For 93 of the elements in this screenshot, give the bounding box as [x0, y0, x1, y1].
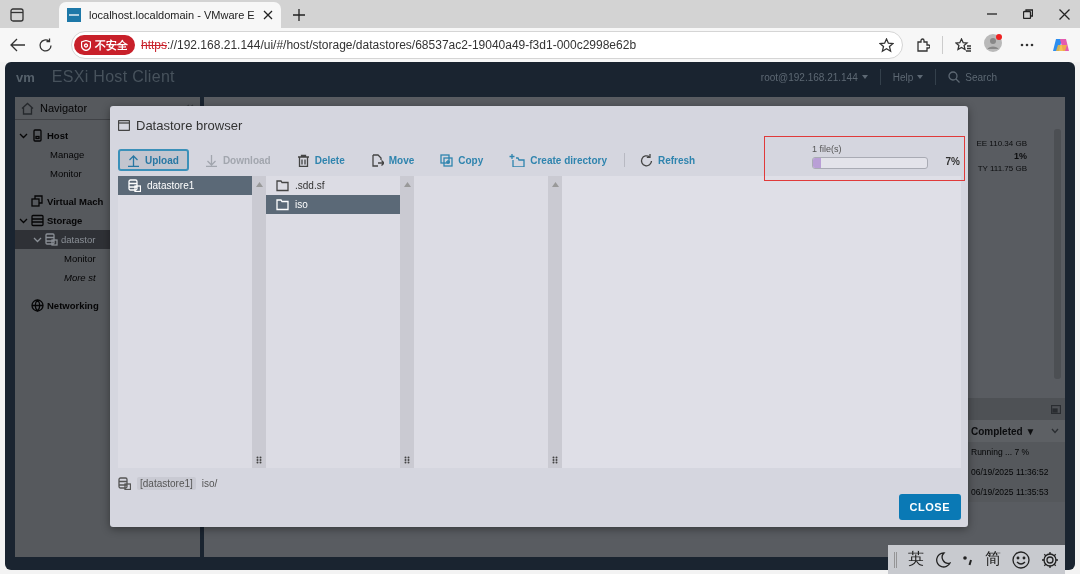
stat-text: 1%: [1013, 151, 1027, 161]
stat-text: EE 110.34 GB: [975, 139, 1027, 148]
close-icon: [1059, 8, 1070, 20]
security-badge[interactable]: 不安全: [74, 35, 135, 55]
scrollbar[interactable]: [548, 176, 562, 468]
restore-icon: [1023, 9, 1033, 19]
copy-icon: [440, 153, 454, 167]
notification-dot: [996, 34, 1002, 40]
stat-text: TY 111.75 GB: [976, 164, 1027, 173]
new-tab-icon: [292, 9, 305, 21]
favorites-icon: [955, 37, 972, 53]
file-item[interactable]: iso: [266, 195, 400, 214]
up-arrow-icon: [551, 182, 559, 187]
help-menu[interactable]: Help: [892, 71, 914, 83]
nav-item[interactable]: Monitor: [15, 164, 110, 183]
nav-item[interactable]: Monitor: [15, 249, 110, 268]
task-cell: 06/19/2025 11:36:52: [971, 467, 1049, 477]
nav-item[interactable]: Host: [15, 126, 110, 145]
upload-icon: [127, 153, 140, 167]
settings-icon: [1041, 550, 1059, 569]
progress-label: 1 file(s): [812, 144, 842, 154]
star-icon: [879, 37, 894, 53]
scrollbar[interactable]: [400, 176, 414, 468]
search-icon: [948, 71, 961, 83]
download-icon: [204, 153, 218, 167]
reload-icon: [38, 37, 53, 53]
sidebar-icon: [10, 8, 24, 22]
logo: vm: [15, 69, 36, 85]
network-icon: [31, 299, 44, 312]
resize-grip-icon: [256, 456, 262, 464]
delete-icon: [296, 153, 310, 167]
nav-item[interactable]: Virtual Mach: [15, 192, 110, 211]
copy-button[interactable]: Copy: [431, 149, 494, 171]
path-folder: iso/: [201, 477, 218, 489]
mkdir-icon: [509, 153, 526, 167]
resize-grip-icon: [552, 456, 558, 464]
extensions-icon: [915, 37, 930, 53]
user-menu[interactable]: root@192.168.21.144: [760, 71, 858, 83]
up-arrow-icon: [403, 182, 411, 187]
caret-icon: [861, 75, 868, 79]
task-cell: 06/19/2025 11:35:53: [971, 487, 1049, 497]
up-arrow-icon: [255, 182, 263, 187]
folder-icon: [276, 198, 289, 211]
path-datastore: [datastore1]: [137, 476, 196, 490]
moon-icon: [935, 551, 951, 568]
home-icon: [21, 101, 34, 115]
caret-icon: [917, 75, 924, 79]
back-icon: [10, 38, 26, 52]
folder-icon: [276, 179, 289, 192]
scrollbar[interactable]: [252, 176, 266, 468]
close-icon: [262, 10, 273, 20]
shield-icon: [81, 39, 91, 51]
nav-item[interactable]: Networking: [15, 296, 110, 315]
grip-icon: [894, 551, 897, 568]
close-button[interactable]: CLOSE: [898, 494, 961, 520]
upload-button[interactable]: Upload: [118, 149, 189, 171]
nav-item[interactable]: Manage: [15, 145, 110, 164]
delete-button[interactable]: Delete: [287, 149, 355, 171]
storage-icon: [31, 214, 44, 227]
file-item[interactable]: .sdd.sf: [266, 176, 400, 195]
url-text[interactable]: https://192.168.21.144/ui/#/host/storage/datastores/68537ac2-19040a49-f3d1-000c2998e62b: [141, 38, 637, 52]
search-field[interactable]: Search: [948, 71, 997, 83]
nav-item[interactable]: More st: [15, 268, 110, 287]
dialog-title: Datastore browser: [136, 117, 243, 133]
resize-grip-icon: [404, 456, 410, 464]
tab-title: localhost.localdomain - VMware E: [89, 9, 255, 21]
move-button[interactable]: Move: [361, 149, 425, 171]
input-mode[interactable]: 英: [908, 549, 924, 570]
avatar-icon: [984, 34, 1002, 52]
host-icon: [31, 129, 44, 142]
panel-title: Navigator: [40, 102, 89, 114]
progress-percent: 7%: [945, 156, 960, 167]
task-cell: Running ... 7 %: [971, 447, 1030, 457]
address-bar[interactable]: 不安全 https://192.168.21.144/ui/#/host/storage/datastores/68537ac2-19040a49-f3d1-000c2998e62b: [71, 31, 903, 59]
file-item[interactable]: datastore1: [118, 176, 252, 195]
script-mode[interactable]: 简: [985, 549, 1001, 570]
datastore-icon: [118, 476, 131, 490]
copilot-icon: [1052, 36, 1070, 54]
mkdir-button[interactable]: Create directory: [500, 149, 617, 171]
refresh-icon: [639, 153, 653, 167]
browser-tab[interactable]: localhost.localdomain - VMware E: [59, 2, 281, 28]
emoji-icon: [1012, 550, 1030, 569]
move-icon: [370, 153, 384, 167]
datastore-icon: [45, 233, 58, 246]
maximize-icon: [1051, 404, 1061, 414]
folder-icon: [118, 119, 130, 131]
chevron-icon: [1051, 428, 1059, 434]
nav-item[interactable]: Storage: [15, 211, 110, 230]
nav-item[interactable]: datastor: [15, 230, 110, 249]
datastore-icon: [128, 179, 141, 192]
refresh-button[interactable]: Refresh: [630, 149, 706, 171]
favicon-icon: [67, 8, 81, 22]
more-icon: [1020, 43, 1034, 47]
